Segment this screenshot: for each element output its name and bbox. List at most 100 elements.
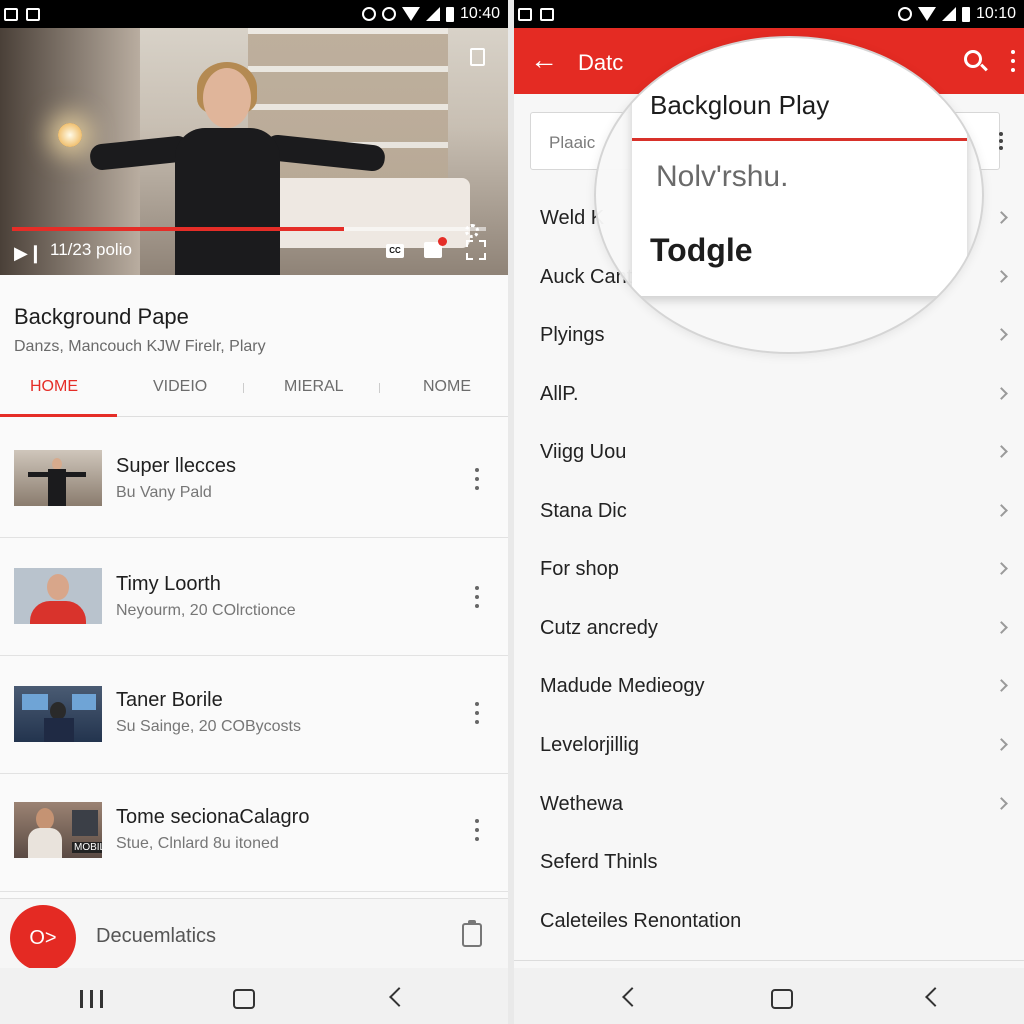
popup-menu-option[interactable]: Nolv'rshu.: [656, 160, 788, 194]
video-time: 11/23 polio: [50, 240, 132, 259]
video-list-item[interactable]: MOBILE Tome secionaCalagro Stue, Clnlard…: [0, 774, 508, 892]
video-list-item[interactable]: Taner Borile Su Sainge, 20 COBycosts: [0, 656, 508, 774]
settings-item[interactable]: Levelorjillig: [514, 717, 1024, 775]
tab-home[interactable]: HOME: [30, 378, 78, 396]
screen-icon: [26, 7, 40, 21]
chevron-right-icon: [995, 797, 1008, 810]
settings-item[interactable]: AllP.: [514, 366, 1024, 424]
settings-item[interactable]: Cutz ancredy: [514, 600, 1024, 658]
video-controls: ▶❙ 11/23 polio CC: [0, 218, 508, 275]
settings-item[interactable]: For shop: [514, 541, 1024, 599]
notification-icon: [4, 7, 18, 21]
settings-item[interactable]: Viigg Uou: [514, 424, 1024, 482]
chevron-right-icon: [995, 679, 1008, 692]
magnifier-overlay: Backgloun Play Nolv'rshu. Todgle: [594, 36, 984, 354]
thumbnail-badge: MOBILE: [72, 842, 102, 853]
wifi-icon: [917, 7, 936, 21]
more-options-icon[interactable]: [470, 586, 484, 608]
settings-item[interactable]: Caleteiles Renontation: [514, 893, 1024, 951]
settings-item[interactable]: Wethewa: [514, 776, 1024, 834]
tab-video[interactable]: VIDEIO: [153, 378, 207, 396]
chevron-right-icon: [995, 562, 1008, 575]
settings-item-label: Caleteiles Renontation: [540, 910, 742, 932]
tab-mieral[interactable]: MIERAL: [284, 378, 344, 396]
status-bar: 10:40: [0, 0, 508, 28]
back-icon[interactable]: [389, 987, 409, 1007]
settings-item-label: Viigg Uou: [540, 441, 627, 463]
home-icon[interactable]: [771, 989, 793, 1009]
search-placeholder: Plaaic: [549, 133, 596, 152]
system-nav-bar: [514, 968, 1024, 1024]
chevron-right-icon: [995, 621, 1008, 634]
clipboard-icon[interactable]: [462, 920, 482, 947]
video-list-item[interactable]: Timy Loorth Neyourm, 20 COlrctionce: [0, 538, 508, 656]
back-icon[interactable]: [925, 987, 945, 1007]
battery-icon: [445, 6, 454, 22]
image-icon: [518, 7, 532, 21]
settings-item-label: Wethewa: [540, 793, 624, 815]
video-thumbnail: [14, 450, 102, 506]
screen-icon: [540, 7, 554, 21]
status-bar: 10:10: [514, 0, 1024, 28]
toggle-option[interactable]: Todgle: [650, 232, 753, 269]
home-icon[interactable]: [233, 989, 255, 1009]
system-nav-bar: [0, 968, 508, 1024]
settings-item-label: Seferd Thinls: [540, 851, 658, 873]
chevron-right-icon: [995, 738, 1008, 751]
video-subtitle: Bu Vany Pald: [116, 484, 212, 501]
video-title: Super llecces: [116, 455, 237, 477]
tab-nome[interactable]: NOME: [423, 378, 471, 396]
video-subtitle: Stue, Clnlard 8u itoned: [116, 835, 279, 852]
video-player[interactable]: ▶❙ 11/23 polio CC: [0, 28, 508, 275]
channel-subtitle: Danzs, Mancouch KJW Firelr, Plary: [14, 338, 266, 355]
signal-icon: [425, 7, 440, 21]
share-icon[interactable]: [470, 48, 485, 66]
more-options-icon[interactable]: [470, 702, 484, 724]
video-subtitle: Su Sainge, 20 COBycosts: [116, 718, 301, 735]
fullscreen-icon[interactable]: [466, 240, 486, 260]
settings-item-label: Plyings: [540, 324, 605, 346]
status-time: 10:10: [975, 5, 1016, 22]
settings-item[interactable]: Stana Dic: [514, 483, 1024, 541]
signal-icon: [941, 7, 956, 21]
recents-icon[interactable]: [80, 990, 104, 1008]
left-phone-screen: 10:40 ▶❙ 11/23 polio CC Background Pape …: [0, 0, 508, 1024]
wifi-icon: [401, 7, 420, 21]
channel-tabs: HOME VIDEIO MIERAL NOME: [0, 367, 508, 417]
video-person-head: [203, 68, 251, 128]
more-options-icon[interactable]: [470, 819, 484, 841]
video-title: Timy Loorth: [116, 573, 221, 595]
settings-item[interactable]: Seferd Thinls: [514, 834, 1024, 892]
tab-divider: [379, 383, 380, 393]
settings-item[interactable]: Madude Medieogy: [514, 658, 1024, 716]
settings-item-label: Levelorjillig: [540, 734, 639, 756]
data-saver-icon: [381, 7, 396, 21]
more-options-icon[interactable]: [470, 468, 484, 490]
video-title: Taner Borile: [116, 689, 223, 711]
settings-item-label: Madude Medieogy: [540, 675, 705, 697]
popup-menu: Backgloun Play Nolv'rshu. Todgle: [632, 38, 967, 296]
settings-item-label: Cutz ancredy: [540, 617, 658, 639]
chevron-right-icon: [995, 211, 1008, 224]
comments-icon[interactable]: [424, 237, 447, 258]
video-thumbnail: MOBILE: [14, 802, 102, 858]
chevron-right-icon: [995, 328, 1008, 341]
popup-menu-underline: [632, 138, 967, 141]
screenshot-root: 10:40 ▶❙ 11/23 polio CC Background Pape …: [0, 0, 1024, 1024]
popup-menu-title: Backgloun Play: [650, 90, 830, 120]
fab-button[interactable]: O>: [10, 905, 76, 971]
tab-divider: [243, 383, 244, 393]
captions-icon[interactable]: CC: [386, 244, 404, 258]
back-icon[interactable]: [622, 987, 642, 1007]
active-tab-indicator: [0, 414, 117, 417]
play-pause-icon[interactable]: ▶❙: [14, 243, 43, 263]
video-scene-lamp: [58, 123, 82, 147]
bottom-bar-label[interactable]: Decuemlatics: [96, 925, 216, 948]
more-options-icon[interactable]: [1010, 50, 1016, 72]
back-arrow-icon[interactable]: ←: [530, 46, 558, 74]
search-options-icon[interactable]: [998, 132, 1004, 150]
chevron-right-icon: [995, 270, 1008, 283]
video-list-item[interactable]: Super llecces Bu Vany Pald: [0, 420, 508, 538]
battery-icon: [961, 6, 970, 22]
video-title: Tome secionaCalagro: [116, 806, 310, 828]
